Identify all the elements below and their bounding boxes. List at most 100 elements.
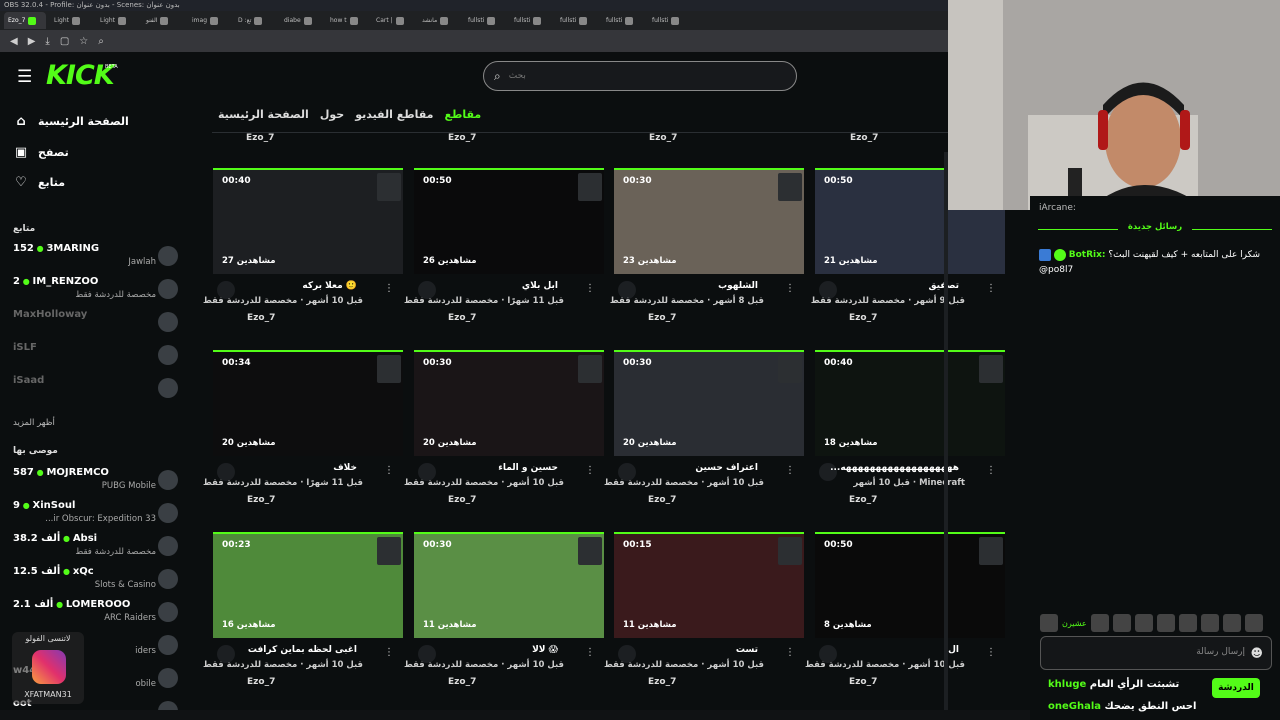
chat-send-button[interactable]: الدردشة bbox=[1212, 678, 1260, 698]
clip-title[interactable]: حسين و الماء bbox=[498, 463, 558, 473]
chat-mention[interactable]: @po8l7 bbox=[1039, 265, 1073, 275]
clip-thumbnail[interactable]: 00:30 20 مشاهدين bbox=[614, 350, 804, 456]
sidebar-channel[interactable]: 38.2 ألف ● Absi مخصصة للدردشة فقط bbox=[13, 533, 180, 563]
sidebar-channel[interactable]: 2.1 ألف ● LOMEROOO ARC Raiders bbox=[13, 599, 180, 629]
clip-channel[interactable]: Ezo_7 bbox=[247, 495, 275, 505]
clip-thumbnail[interactable]: 00:40 27 مشاهدين bbox=[213, 168, 403, 274]
top-row-channel[interactable]: Ezo_7 bbox=[850, 133, 878, 143]
clip-channel[interactable]: Ezo_7 bbox=[648, 495, 676, 505]
more-options-icon[interactable]: ⋮ bbox=[986, 647, 996, 658]
clip-channel[interactable]: Ezo_7 bbox=[648, 677, 676, 687]
clip-title[interactable]: ال bbox=[948, 645, 959, 655]
clip-thumbnail[interactable]: 00:40 18 مشاهدين bbox=[815, 350, 1005, 456]
top-row-channel[interactable]: Ezo_7 bbox=[246, 133, 274, 143]
browser-tab[interactable]: Light bbox=[50, 12, 92, 29]
top-row-channel[interactable]: Ezo_7 bbox=[649, 133, 677, 143]
search-input[interactable] bbox=[508, 71, 769, 81]
more-options-icon[interactable]: ⋮ bbox=[384, 283, 394, 294]
emote-icon[interactable] bbox=[1112, 614, 1131, 632]
browser-tab[interactable]: how t bbox=[326, 12, 368, 29]
more-options-icon[interactable]: ⋮ bbox=[785, 465, 795, 476]
clip-channel[interactable]: Ezo_7 bbox=[448, 313, 476, 323]
clip-title[interactable]: تست bbox=[736, 645, 758, 655]
clip-card[interactable]: 00:40 27 مشاهدين معلا بركه 🙂 ⋮ قبل 10 أشهر ·… bbox=[203, 168, 403, 338]
sidebar-channel[interactable]: iSLF bbox=[13, 342, 180, 372]
tab-about[interactable]: حول bbox=[320, 108, 344, 121]
new-messages-divider[interactable]: رسائل جديدة bbox=[1030, 222, 1280, 236]
emote-icon[interactable] bbox=[1222, 614, 1241, 632]
browser-tab[interactable]: fullsti bbox=[510, 12, 552, 29]
menu-icon[interactable]: ☰ bbox=[17, 67, 32, 87]
emote-icon[interactable] bbox=[1200, 614, 1219, 632]
sidebar-channel[interactable]: MaxHolloway bbox=[13, 309, 180, 339]
sidebar-channel[interactable]: 587 ● MOJREMCO PUBG Mobile bbox=[13, 467, 180, 497]
emote-icon[interactable] bbox=[1244, 614, 1263, 632]
emote-icon[interactable] bbox=[1040, 614, 1058, 632]
more-options-icon[interactable]: ⋮ bbox=[785, 283, 795, 294]
zoom-icon[interactable]: ⌕ bbox=[98, 36, 104, 47]
emote-icon[interactable] bbox=[1178, 614, 1197, 632]
clip-card[interactable]: 00:30 20 مشاهدين حسين و الماء ⋮ قبل 10 أشهر … bbox=[404, 350, 604, 520]
download-icon[interactable]: ⤓ bbox=[45, 36, 49, 47]
clip-title[interactable]: ابل بلاي bbox=[522, 281, 558, 291]
emote-icon[interactable] bbox=[1090, 614, 1109, 632]
clip-thumbnail[interactable]: 00:30 23 مشاهدين bbox=[614, 168, 804, 274]
browser-tab[interactable]: Cart | bbox=[372, 12, 414, 29]
emoji-icon[interactable]: ☻ bbox=[1250, 646, 1263, 660]
more-options-icon[interactable]: ⋮ bbox=[384, 465, 394, 476]
browser-tab[interactable]: imag bbox=[188, 12, 230, 29]
browser-tab[interactable]: fullsti bbox=[464, 12, 506, 29]
browser-tab[interactable]: diabe bbox=[280, 12, 322, 29]
browser-tab[interactable]: D :تع bbox=[234, 12, 276, 29]
extension-icon[interactable]: ▢ bbox=[60, 36, 69, 47]
clip-title[interactable]: معلا بركه 🙂 bbox=[302, 281, 357, 291]
sidebar-channel[interactable]: 9 ● XinSoul ...ir Obscur: Expedition 33 bbox=[13, 500, 180, 530]
search-box[interactable]: ⌕ bbox=[483, 61, 797, 91]
nav-following[interactable]: ♡ متابع bbox=[14, 175, 65, 190]
chat-username[interactable]: BotRix: bbox=[1069, 250, 1106, 260]
clip-thumbnail[interactable]: 00:34 20 مشاهدين bbox=[213, 350, 403, 456]
clip-thumbnail[interactable]: 00:23 16 مشاهدين bbox=[213, 532, 403, 638]
clip-title[interactable]: الشلهوب bbox=[718, 281, 758, 291]
more-options-icon[interactable]: ⋮ bbox=[785, 647, 795, 658]
more-options-icon[interactable]: ⋮ bbox=[986, 465, 996, 476]
browser-tab[interactable]: fullsti bbox=[556, 12, 598, 29]
clip-card[interactable]: 00:30 20 مشاهدين اعتراف حسين ⋮ قبل 10 أشهر ·… bbox=[604, 350, 804, 520]
clip-thumbnail[interactable]: 00:50 26 مشاهدين bbox=[414, 168, 604, 274]
chat-input[interactable]: إرسال رسالة ☻ bbox=[1040, 636, 1272, 670]
clip-card[interactable]: 00:23 16 مشاهدين اغبى لحظه بماين كرافت ⋮ قبل… bbox=[203, 532, 403, 702]
clip-title[interactable]: اعتراف حسين bbox=[695, 463, 758, 473]
clip-channel[interactable]: Ezo_7 bbox=[247, 313, 275, 323]
emote-icon[interactable] bbox=[1134, 614, 1153, 632]
top-row-channel[interactable]: Ezo_7 bbox=[448, 133, 476, 143]
emote-icon[interactable] bbox=[1156, 614, 1175, 632]
clip-thumbnail[interactable]: 00:15 11 مشاهدين bbox=[614, 532, 804, 638]
clip-card[interactable]: 00:40 18 مشاهدين ...هههههههههههههههههههه ⋮ ق… bbox=[815, 350, 1005, 520]
show-more-link[interactable]: أظهر المزيد bbox=[13, 418, 55, 428]
clip-card[interactable]: 00:34 20 مشاهدين خلاف ⋮ قبل 11 شهرًا · مخصصة… bbox=[203, 350, 403, 520]
browser-tab[interactable]: مانشد bbox=[418, 12, 460, 29]
clip-thumbnail[interactable]: 00:30 11 مشاهدين bbox=[414, 532, 604, 638]
tab-videos[interactable]: مقاطع الفيديو bbox=[355, 108, 433, 121]
more-options-icon[interactable]: ⋮ bbox=[585, 647, 595, 658]
browser-tab[interactable]: الفنو bbox=[142, 12, 184, 29]
browser-tab[interactable]: Light bbox=[96, 12, 138, 29]
clip-title[interactable]: اغبى لحظه بماين كرافت bbox=[248, 645, 357, 655]
clip-channel[interactable]: Ezo_7 bbox=[849, 495, 877, 505]
clip-title[interactable]: خلاف bbox=[333, 463, 357, 473]
more-options-icon[interactable]: ⋮ bbox=[384, 647, 394, 658]
back-icon[interactable]: ◀ bbox=[10, 36, 18, 47]
more-options-icon[interactable]: ⋮ bbox=[585, 465, 595, 476]
nav-browse[interactable]: ▣ تصفح bbox=[14, 145, 69, 160]
clip-channel[interactable]: Ezo_7 bbox=[247, 677, 275, 687]
clip-card[interactable]: 00:30 11 مشاهدين لالا 😱 ⋮ قبل 10 أشهر · مخصص… bbox=[404, 532, 604, 702]
clip-channel[interactable]: Ezo_7 bbox=[448, 677, 476, 687]
clip-card[interactable]: 00:50 26 مشاهدين ابل بلاي ⋮ قبل 11 شهرًا · م… bbox=[404, 168, 604, 338]
more-options-icon[interactable]: ⋮ bbox=[986, 283, 996, 294]
more-options-icon[interactable]: ⋮ bbox=[585, 283, 595, 294]
sidebar-channel[interactable]: iSaad bbox=[13, 375, 180, 405]
browser-tab[interactable]: fullsti bbox=[648, 12, 690, 29]
clip-card[interactable]: 00:30 23 مشاهدين الشلهوب ⋮ قبل 8 أشهر · مخصص… bbox=[610, 168, 804, 338]
bookmark-icon[interactable]: ☆ bbox=[79, 36, 88, 47]
clip-title[interactable]: ...هههههههههههههههههههه bbox=[830, 463, 959, 473]
